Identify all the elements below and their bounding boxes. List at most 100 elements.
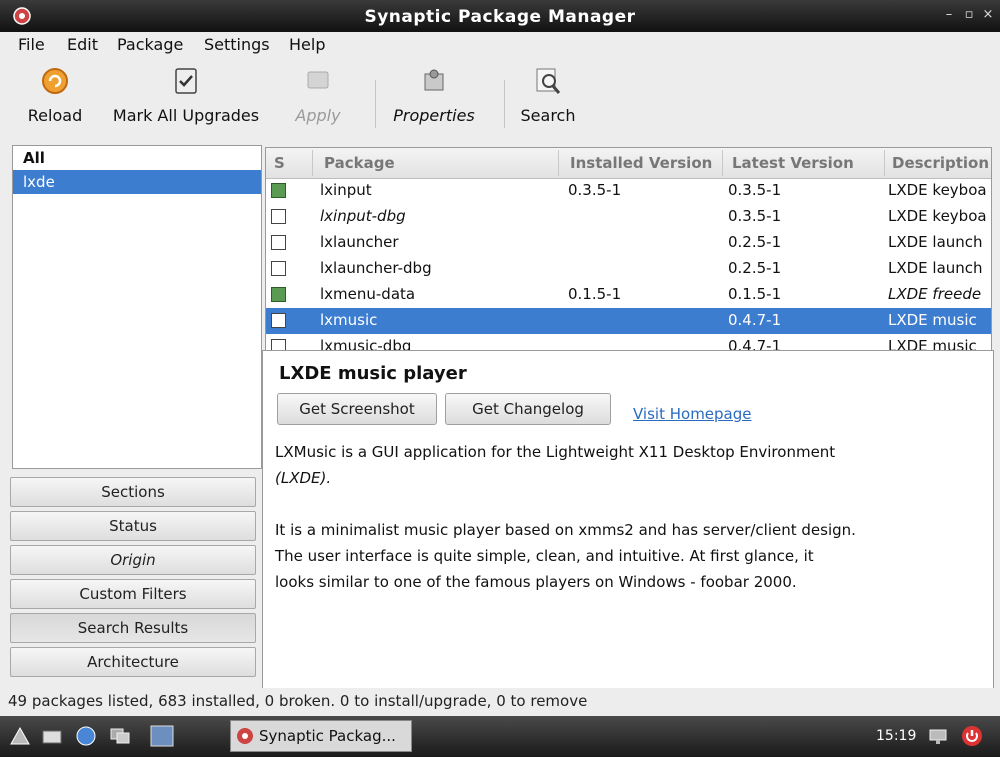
minimize-icon[interactable]: – bbox=[942, 8, 956, 22]
apply-button[interactable]: Apply bbox=[290, 66, 346, 125]
network-icon[interactable] bbox=[926, 724, 950, 748]
table-row[interactable]: lxmenu-data 0.1.5-1 0.1.5-1 LXDE freede bbox=[266, 282, 991, 308]
taskbar-synaptic-task[interactable]: Synaptic Packag... bbox=[230, 720, 412, 752]
column-divider bbox=[558, 150, 559, 176]
table-row[interactable]: lxlauncher 0.2.5-1 LXDE launch bbox=[266, 230, 991, 256]
latest-version: 0.3.5-1 bbox=[728, 207, 782, 225]
description-line: The user interface is quite simple, clea… bbox=[275, 547, 814, 565]
description-line: It is a minimalist music player based on… bbox=[275, 521, 856, 539]
table-row[interactable]: lxmusic 0.4.7-1 LXDE music bbox=[266, 308, 991, 334]
workspace-pager-icon[interactable] bbox=[150, 724, 174, 748]
col-installed-version[interactable]: Installed Version bbox=[570, 154, 712, 172]
reload-icon bbox=[42, 68, 68, 94]
clock: 15:19 bbox=[876, 728, 917, 744]
latest-version: 0.4.7-1 bbox=[728, 311, 782, 329]
package-name: lxlauncher bbox=[320, 233, 399, 251]
col-package[interactable]: Package bbox=[324, 154, 395, 172]
sections-button[interactable]: Sections bbox=[10, 477, 256, 507]
col-latest-version[interactable]: Latest Version bbox=[732, 154, 854, 172]
list-item-all[interactable]: All bbox=[13, 146, 261, 170]
taskbar: Synaptic Packag... 15:19 bbox=[0, 716, 1000, 757]
description-line: (LXDE). bbox=[275, 469, 332, 487]
properties-icon bbox=[424, 69, 444, 91]
reload-button[interactable]: Reload bbox=[22, 66, 88, 125]
description-line: looks similar to one of the famous playe… bbox=[275, 573, 797, 591]
menu-file[interactable]: File bbox=[18, 35, 45, 54]
package-name: lxinput bbox=[320, 181, 372, 199]
get-screenshot-button[interactable]: Get Screenshot bbox=[277, 393, 437, 425]
package-description: LXDE launch bbox=[888, 259, 983, 277]
reload-label: Reload bbox=[27, 106, 83, 125]
repository-list: All lxde bbox=[12, 145, 262, 469]
package-description: LXDE launch bbox=[888, 233, 983, 251]
toolbar-separator bbox=[375, 80, 376, 128]
menu-edit[interactable]: Edit bbox=[67, 35, 98, 54]
column-divider bbox=[312, 150, 313, 176]
custom-filters-button[interactable]: Custom Filters bbox=[10, 579, 256, 609]
search-results-button[interactable]: Search Results bbox=[10, 613, 256, 643]
status-button[interactable]: Status bbox=[10, 511, 256, 541]
power-icon[interactable] bbox=[960, 724, 984, 748]
list-item-lxde[interactable]: lxde bbox=[13, 170, 261, 194]
close-icon[interactable]: × bbox=[981, 8, 995, 22]
table-row[interactable]: lxinput 0.3.5-1 0.3.5-1 LXDE keyboa bbox=[266, 178, 991, 204]
task-label: Synaptic Packag... bbox=[259, 727, 396, 745]
package-details: LXDE music player Get Screenshot Get Cha… bbox=[262, 350, 994, 692]
package-description: LXDE keyboa bbox=[888, 181, 987, 199]
menu-help[interactable]: Help bbox=[289, 35, 325, 54]
file-manager-icon[interactable] bbox=[40, 724, 64, 748]
search-icon bbox=[536, 68, 561, 94]
latest-version: 0.2.5-1 bbox=[728, 233, 782, 251]
search-label: Search bbox=[520, 106, 576, 125]
package-name: lxmusic bbox=[320, 311, 378, 329]
installed-version: 0.1.5-1 bbox=[568, 285, 622, 303]
status-checkbox[interactable] bbox=[271, 261, 286, 276]
menu-settings[interactable]: Settings bbox=[204, 35, 270, 54]
architecture-button[interactable]: Architecture bbox=[10, 647, 256, 677]
apply-icon bbox=[307, 71, 329, 89]
col-status[interactable]: S bbox=[274, 154, 285, 172]
browser-icon[interactable] bbox=[74, 724, 98, 748]
window-title: Synaptic Package Manager bbox=[364, 7, 636, 27]
status-checkbox[interactable] bbox=[271, 209, 286, 224]
package-list-header: S Package Installed Version Latest Versi… bbox=[266, 148, 991, 179]
toolbar-separator bbox=[504, 80, 505, 128]
title-bar[interactable]: Synaptic Package Manager – ▫ × bbox=[0, 0, 1000, 32]
description-line: LXMusic is a GUI application for the Lig… bbox=[275, 443, 836, 461]
latest-version: 0.1.5-1 bbox=[728, 285, 782, 303]
column-divider bbox=[884, 150, 885, 176]
status-text: 49 packages listed, 683 installed, 0 bro… bbox=[8, 692, 588, 710]
latest-version: 0.2.5-1 bbox=[728, 259, 782, 277]
desktop-switch-icon[interactable] bbox=[108, 724, 132, 748]
maximize-icon[interactable]: ▫ bbox=[962, 8, 976, 22]
menu-bar: File Edit Package Settings Help bbox=[0, 32, 1000, 60]
package-title: LXDE music player bbox=[279, 363, 467, 384]
properties-label: Properties bbox=[393, 106, 475, 125]
mark-all-upgrades-button[interactable]: Mark All Upgrades bbox=[110, 66, 262, 125]
status-checkbox[interactable] bbox=[271, 287, 286, 302]
menu-package[interactable]: Package bbox=[117, 35, 183, 54]
package-name: lxinput-dbg bbox=[320, 207, 406, 225]
status-checkbox[interactable] bbox=[271, 313, 286, 328]
visit-homepage-link[interactable]: Visit Homepage bbox=[633, 405, 752, 423]
package-description: LXDE keyboa bbox=[888, 207, 987, 225]
package-description: LXDE freede bbox=[888, 285, 982, 303]
status-bar: 49 packages listed, 683 installed, 0 bro… bbox=[0, 688, 1000, 716]
status-checkbox[interactable] bbox=[271, 183, 286, 198]
get-changelog-button[interactable]: Get Changelog bbox=[445, 393, 611, 425]
origin-button[interactable]: Origin bbox=[10, 545, 256, 575]
apply-label: Apply bbox=[295, 106, 341, 125]
table-row[interactable]: lxinput-dbg 0.3.5-1 LXDE keyboa bbox=[266, 204, 991, 230]
start-menu-icon[interactable] bbox=[8, 724, 32, 748]
synaptic-window: Synaptic Package Manager – ▫ × File Edit… bbox=[0, 0, 1000, 716]
installed-version: 0.3.5-1 bbox=[568, 181, 622, 199]
col-description[interactable]: Description bbox=[892, 154, 989, 172]
toolbar: Reload Mark All Upgrades Apply Propertie… bbox=[0, 60, 1000, 144]
synaptic-task-icon bbox=[237, 728, 253, 744]
package-name: lxmenu-data bbox=[320, 285, 416, 303]
package-list: S Package Installed Version Latest Versi… bbox=[265, 147, 992, 364]
status-checkbox[interactable] bbox=[271, 235, 286, 250]
search-button[interactable]: Search bbox=[515, 66, 581, 125]
table-row[interactable]: lxlauncher-dbg 0.2.5-1 LXDE launch bbox=[266, 256, 991, 282]
properties-button[interactable]: Properties bbox=[388, 66, 480, 125]
